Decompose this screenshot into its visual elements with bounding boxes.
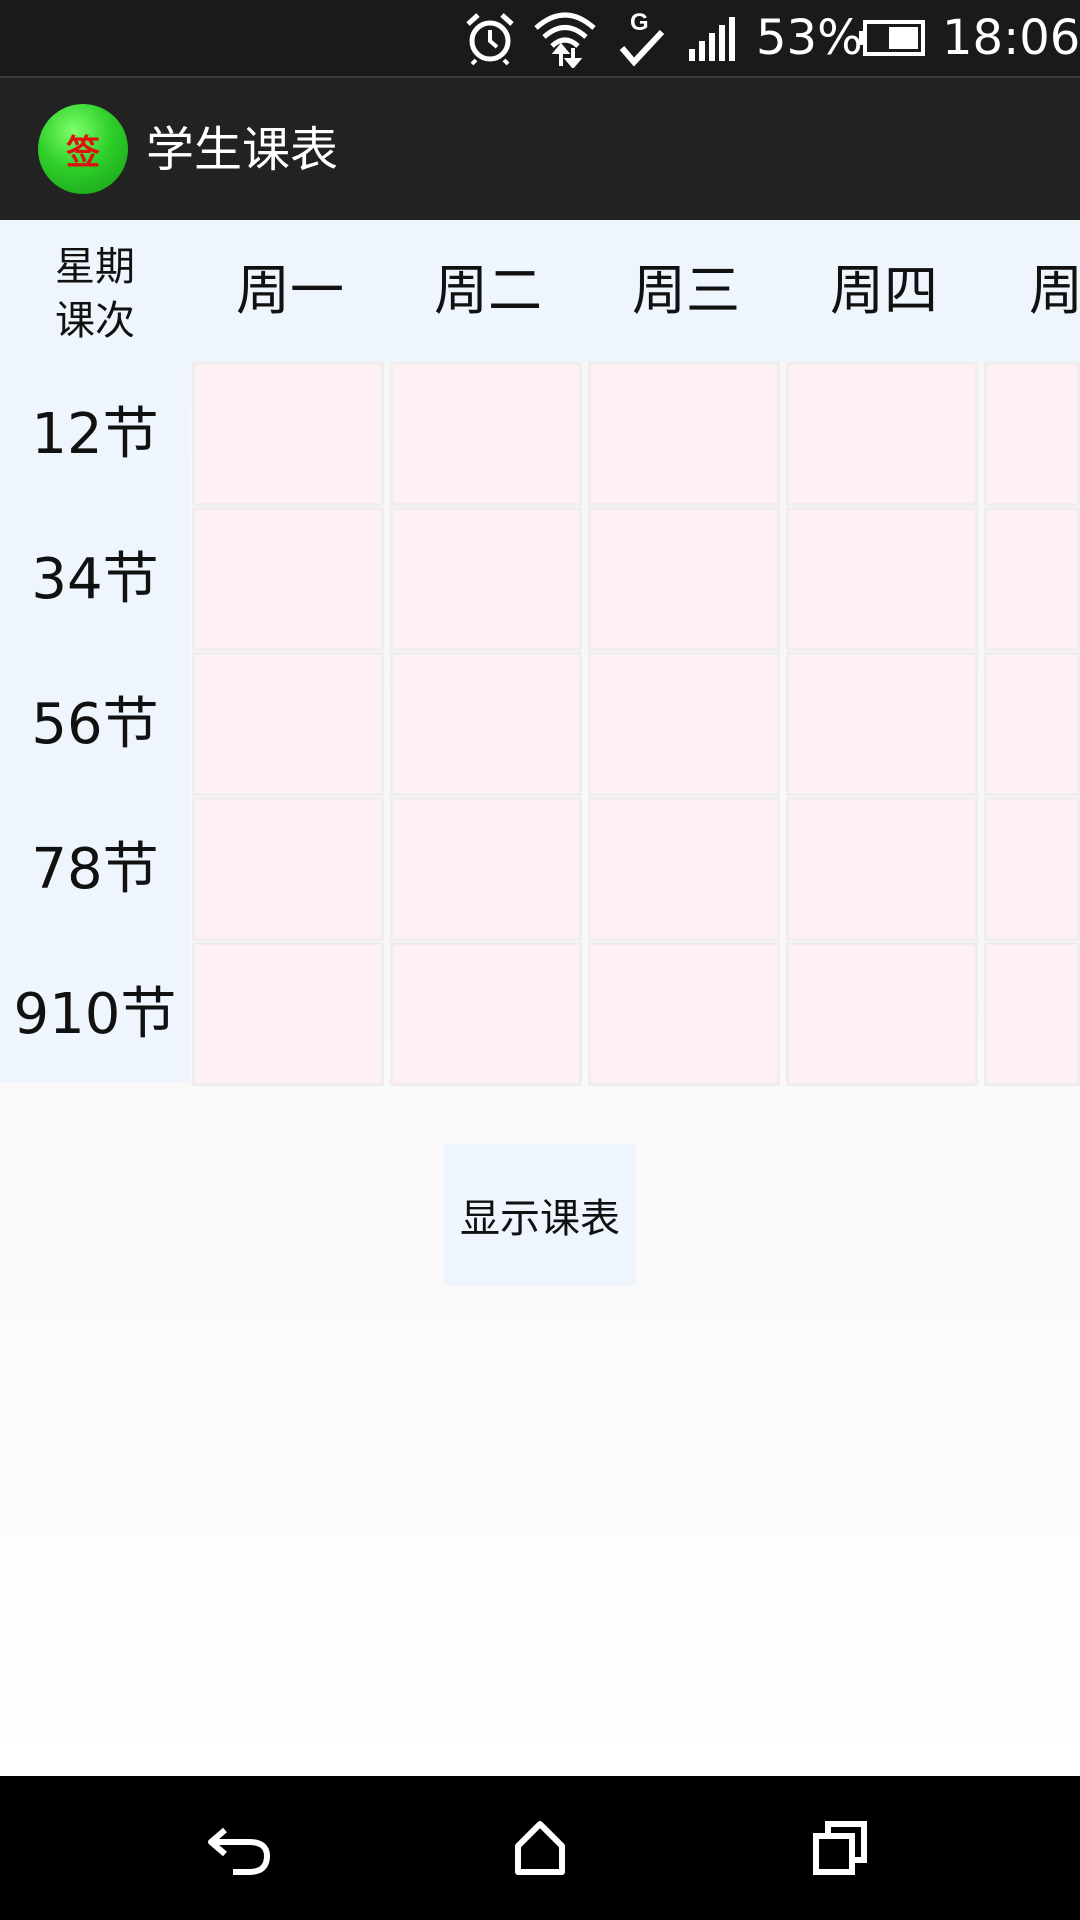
timetable-cell[interactable] [192, 797, 384, 941]
alarm-icon [460, 8, 520, 68]
timetable-cell[interactable] [786, 942, 978, 1086]
app-logo-text: 签 [66, 132, 100, 173]
timetable-cell[interactable] [786, 797, 978, 941]
app-bar: 签 学生课表 [0, 76, 1080, 220]
timetable-cell[interactable] [786, 652, 978, 796]
corner-period-label: 课次 [55, 298, 135, 344]
timetable-cell[interactable] [390, 652, 582, 796]
timetable-cell[interactable] [390, 362, 582, 506]
timetable-cell[interactable] [192, 942, 384, 1086]
timetable-cell[interactable] [192, 507, 384, 651]
timetable-cell[interactable] [390, 942, 582, 1086]
timetable-cell[interactable] [588, 362, 780, 506]
timetable-cell[interactable] [390, 797, 582, 941]
period-label-4: 78节 [31, 837, 159, 902]
day-friday-partial: 周 [1029, 259, 1080, 322]
timetable-cell[interactable] [588, 942, 780, 1086]
period-label-3: 56节 [31, 692, 159, 757]
timetable-cell[interactable] [588, 797, 780, 941]
timetable-cell[interactable] [588, 652, 780, 796]
period-label-2: 34节 [31, 547, 159, 612]
recents-icon[interactable] [790, 1798, 890, 1898]
page-title: 学生课表 [146, 122, 339, 178]
battery-icon [858, 8, 928, 68]
timetable-cell[interactable] [984, 652, 1080, 796]
app-logo: 签 [38, 104, 128, 194]
home-icon[interactable] [490, 1798, 590, 1898]
period-label-5: 910节 [13, 982, 177, 1047]
day-header-row: 星期 课次 周一 周二 周三 周四 周 [0, 220, 1080, 362]
wifi-icon [530, 8, 600, 68]
day-thursday: 周四 [830, 259, 938, 322]
day-monday: 周一 [236, 259, 344, 322]
clock: 18:06 [942, 10, 1080, 66]
period-label-1: 12节 [31, 402, 159, 467]
status-bar: G 53% 18:06 [0, 0, 1080, 76]
day-tuesday: 周二 [434, 259, 542, 322]
timetable-cell[interactable] [192, 362, 384, 506]
battery-percent: 53% [756, 10, 863, 66]
timetable-cell[interactable] [984, 942, 1080, 1086]
navigation-bar [0, 1776, 1080, 1920]
timetable-cell[interactable] [786, 507, 978, 651]
day-wednesday: 周三 [632, 259, 740, 322]
timetable-cell[interactable] [984, 797, 1080, 941]
timetable-cell[interactable] [192, 652, 384, 796]
main-content: 星期 课次 周一 周二 周三 周四 周 12节 34节 56节 78节 910节… [0, 220, 1080, 1776]
svg-text:G: G [630, 9, 649, 36]
timetable-cell[interactable] [390, 507, 582, 651]
timetable-cell[interactable] [786, 362, 978, 506]
timetable-cell[interactable] [588, 507, 780, 651]
corner-header: 星期 课次 [0, 240, 190, 348]
signal-icon [686, 8, 744, 68]
gps-check-icon: G [614, 8, 670, 68]
corner-weekday-label: 星期 [55, 244, 135, 290]
show-timetable-button[interactable]: 显示课表 [444, 1144, 636, 1286]
back-icon[interactable] [190, 1798, 290, 1898]
timetable-cell[interactable] [984, 507, 1080, 651]
timetable-cell[interactable] [984, 362, 1080, 506]
